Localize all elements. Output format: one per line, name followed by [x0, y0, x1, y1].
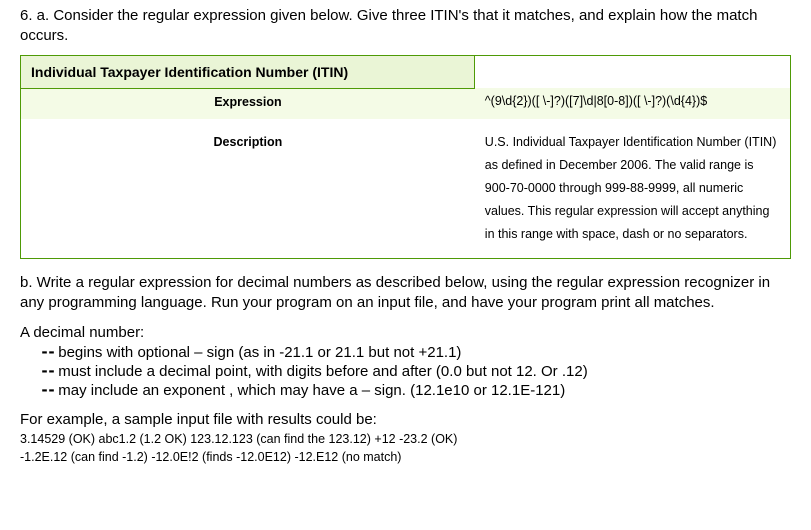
- sample-line-1: 3.14529 (OK) abc1.2 (1.2 OK) 123.12.123 …: [20, 430, 791, 449]
- page-content: 6. a. Consider the regular expression gi…: [0, 0, 811, 477]
- sample-head: For example, a sample input file with re…: [20, 411, 791, 428]
- itin-title: Individual Taxpayer Identification Numbe…: [21, 55, 475, 88]
- expression-value: ^(9\d{2})([ \-]?)([7]\d|8[0-8])([ \-]?)(…: [475, 88, 791, 119]
- bullet-2-text: must include a decimal point, with digit…: [58, 363, 587, 380]
- bullet-2: -- must include a decimal point, with di…: [40, 362, 791, 380]
- question-6a-intro: 6. a. Consider the regular expression gi…: [20, 6, 791, 47]
- decimal-list-head: A decimal number:: [20, 324, 791, 341]
- itin-table: Individual Taxpayer Identification Numbe…: [20, 55, 791, 260]
- sample-line-2: -1.2E.12 (can find -1.2) -12.0E!2 (finds…: [20, 448, 791, 467]
- description-label: Description: [21, 119, 475, 259]
- description-value: U.S. Individual Taxpayer Identification …: [475, 119, 791, 259]
- expression-label: Expression: [21, 88, 475, 119]
- bullet-3-text: may include an exponent , which may have…: [58, 382, 565, 399]
- question-6b-intro: b. Write a regular expression for decima…: [20, 273, 791, 314]
- bullet-1: -- begins with optional – sign (as in -2…: [40, 343, 791, 361]
- bullet-1-text: begins with optional – sign (as in -21.1…: [58, 344, 461, 361]
- itin-title-row: Individual Taxpayer Identification Numbe…: [21, 55, 791, 88]
- itin-description-row: Description U.S. Individual Taxpayer Ide…: [21, 119, 791, 259]
- bullet-3: -- may include an exponent , which may h…: [40, 381, 791, 399]
- itin-expression-row: Expression ^(9\d{2})([ \-]?)([7]\d|8[0-8…: [21, 88, 791, 119]
- itin-title-blank: [475, 55, 791, 88]
